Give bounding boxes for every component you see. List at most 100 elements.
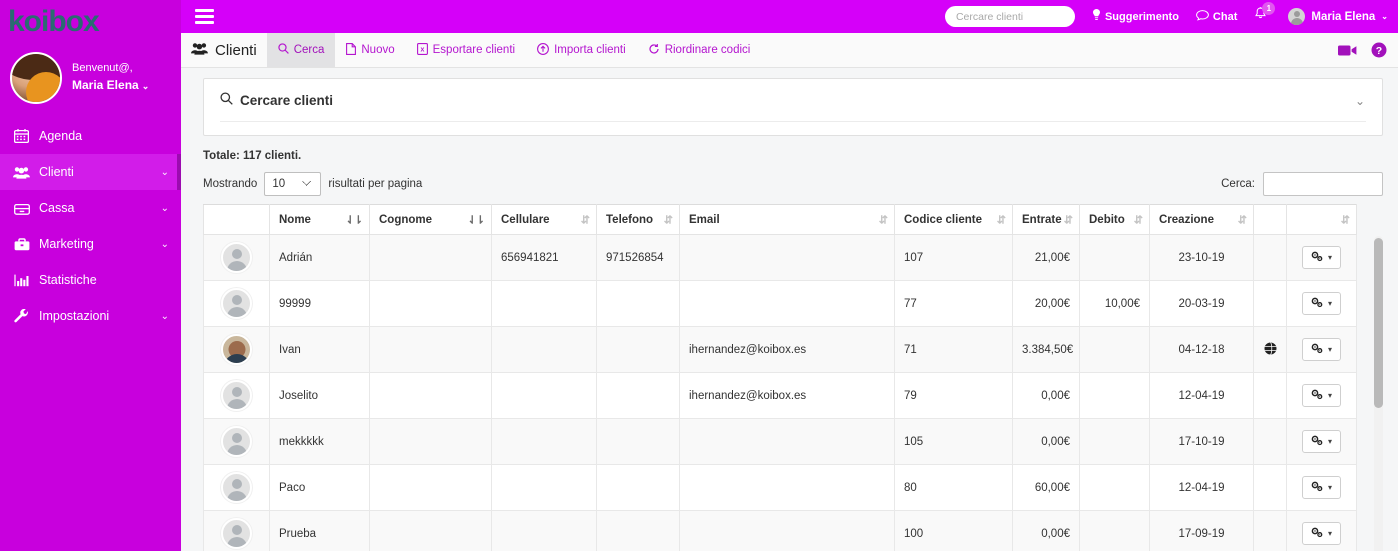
- briefcase-icon: [13, 237, 30, 251]
- row-actions-button[interactable]: ▾: [1301, 476, 1341, 499]
- toolbar-item-esportare-clienti[interactable]: x Esportare clienti: [406, 33, 526, 67]
- sort-icon: ⇵: [663, 214, 673, 226]
- cashbox-icon: [13, 202, 30, 215]
- svg-text:?: ?: [1376, 45, 1382, 57]
- table-search-input[interactable]: [1263, 172, 1383, 196]
- cell-codice-cliente: 79: [894, 372, 1013, 419]
- column-header-flag[interactable]: [1253, 204, 1287, 235]
- row-actions-button[interactable]: ▾: [1301, 522, 1341, 545]
- help-circle-icon[interactable]: ?: [1371, 42, 1387, 58]
- toolbar-item-label: Cerca: [293, 44, 325, 56]
- chevron-down-icon[interactable]: ⌄: [1355, 94, 1365, 108]
- page-size-select[interactable]: 102550100: [264, 172, 322, 196]
- toolbar-item-riordinare-codici[interactable]: Riordinare codici: [637, 33, 762, 67]
- page-title: Clienti: [185, 33, 267, 67]
- cell-entrate: 20,00€: [1012, 280, 1080, 327]
- row-actions-button[interactable]: ▾: [1301, 384, 1341, 407]
- cell-debito: [1079, 234, 1150, 281]
- column-header-telefono[interactable]: Telefono ⇵: [596, 204, 680, 235]
- sidebar-item-impostazioni[interactable]: Impostazioni ⌄: [0, 298, 181, 334]
- column-header-creazione[interactable]: Creazione ⇵: [1149, 204, 1254, 235]
- column-header-cellulare[interactable]: Cellulare ⇵: [491, 204, 597, 235]
- sort-icon: ⇵: [1063, 214, 1073, 226]
- toolbar-item-importa-clienti[interactable]: Importa clienti: [526, 33, 637, 67]
- table-row[interactable]: Joselito ihernandez@koibox.es 79 0,00€ 12-04…: [203, 372, 1357, 419]
- avatar: [221, 426, 252, 457]
- table-head: Nome ⇃⇂ Cognome ⇃⇂ Cellulare ⇵ Telefono ⇵ Email ⇵…: [203, 204, 1357, 235]
- app-logo[interactable]: koibox: [0, 0, 181, 44]
- cell-creazione: 12-04-19: [1149, 372, 1254, 419]
- sidebar-item-agenda[interactable]: Agenda: [0, 118, 181, 154]
- sidebar-item-marketing[interactable]: Marketing ⌄: [0, 226, 181, 262]
- search-panel-label: Cercare clienti: [240, 92, 334, 108]
- table-row[interactable]: Adrián 656941821 971526854 107 21,00€ 23-10-1…: [203, 234, 1357, 281]
- notifications-button[interactable]: 1: [1254, 2, 1276, 26]
- cell-email: [679, 234, 895, 281]
- gears-icon: [1311, 297, 1323, 311]
- globe-icon[interactable]: [1264, 341, 1277, 358]
- user-menu[interactable]: Maria Elena ⌄: [1288, 8, 1388, 25]
- cell-avatar: [203, 464, 270, 511]
- column-header-nome[interactable]: Nome ⇃⇂: [269, 204, 370, 235]
- cell-debito: [1079, 510, 1150, 551]
- logo-text: koibox: [8, 5, 100, 38]
- cell-actions: ▾: [1286, 280, 1357, 327]
- cell-actions: ▾: [1286, 234, 1357, 281]
- hamburger-menu-icon[interactable]: [195, 9, 214, 24]
- cell-avatar: [203, 234, 270, 281]
- row-actions-button[interactable]: ▾: [1301, 246, 1341, 269]
- table-scrollbar[interactable]: [1374, 236, 1383, 551]
- cell-codice-cliente: 105: [894, 418, 1013, 465]
- sort-icon: ⇵: [1237, 214, 1247, 226]
- table-search: Cerca:: [1221, 172, 1383, 196]
- sidebar-profile[interactable]: Benvenut@, Maria Elena ⌄: [0, 44, 181, 118]
- search-input[interactable]: [944, 6, 1075, 27]
- chevron-down-icon: ⌄: [1381, 12, 1388, 21]
- cell-entrate: 0,00€: [1012, 372, 1080, 419]
- column-header-debito[interactable]: Debito ⇵: [1079, 204, 1150, 235]
- cell-flag: [1253, 372, 1287, 419]
- row-actions-button[interactable]: ▾: [1301, 430, 1341, 453]
- table-row[interactable]: Ivan ihernandez@koibox.es 71 3.384,50€ 04-12…: [203, 326, 1357, 373]
- table-row[interactable]: Prueba 100 0,00€ 17-09-19 ▾: [203, 510, 1357, 551]
- cell-creazione: 23-10-19: [1149, 234, 1254, 281]
- chat-button[interactable]: Chat: [1196, 9, 1237, 24]
- cell-telefono: [596, 510, 680, 551]
- toolbar-item-cerca[interactable]: Cerca: [266, 33, 336, 67]
- cell-debito: [1079, 464, 1150, 511]
- sidebar-item-label: Statistiche: [39, 273, 97, 287]
- column-header-cognome[interactable]: Cognome ⇃⇂: [369, 204, 492, 235]
- column-header-avatar[interactable]: [203, 204, 270, 235]
- sidebar-item-clienti[interactable]: Clienti ⌄: [0, 154, 181, 190]
- column-header-entrate[interactable]: Entrate ⇵: [1012, 204, 1080, 235]
- gears-icon: [1311, 481, 1323, 495]
- sidebar: koibox Benvenut@, Maria Elena ⌄ Agenda Cli…: [0, 0, 181, 551]
- toolbar-item-nuovo[interactable]: Nuovo: [335, 33, 405, 67]
- table-row[interactable]: Paco 80 60,00€ 12-04-19 ▾: [203, 464, 1357, 511]
- table-row[interactable]: 99999 77 20,00€ 10,00€ 20-03-19 ▾: [203, 280, 1357, 327]
- scrollbar-thumb[interactable]: [1374, 238, 1383, 408]
- column-header-codice-cliente[interactable]: Codice cliente ⇵: [894, 204, 1013, 235]
- row-actions-button[interactable]: ▾: [1301, 338, 1341, 361]
- column-header-label: Telefono: [606, 213, 654, 226]
- table-row[interactable]: mekkkkk 105 0,00€ 17-10-19 ▾: [203, 418, 1357, 465]
- sort-icon: ⇵: [580, 214, 590, 226]
- sidebar-item-label: Impostazioni: [39, 309, 110, 323]
- column-header-actions[interactable]: ⇵: [1286, 204, 1357, 235]
- cell-telefono: [596, 326, 680, 373]
- avatar: [10, 52, 62, 104]
- sidebar-item-cassa[interactable]: Cassa ⌄: [0, 190, 181, 226]
- suggestion-button[interactable]: Suggerimento: [1092, 9, 1179, 24]
- column-header-email[interactable]: Email ⇵: [679, 204, 895, 235]
- chevron-down-icon: ⌄: [141, 81, 150, 92]
- cell-debito: [1079, 372, 1150, 419]
- divider: [220, 121, 1366, 122]
- row-actions-button[interactable]: ▾: [1301, 292, 1341, 315]
- sidebar-user-name[interactable]: Maria Elena ⌄: [72, 77, 149, 94]
- sidebar-item-statistiche[interactable]: Statistiche: [0, 262, 181, 298]
- excel-icon: x: [416, 42, 428, 58]
- video-camera-icon[interactable]: [1338, 44, 1357, 57]
- cell-flag: [1253, 280, 1287, 327]
- chevron-down-icon: ⌄: [160, 238, 169, 250]
- cell-cognome: [369, 372, 492, 419]
